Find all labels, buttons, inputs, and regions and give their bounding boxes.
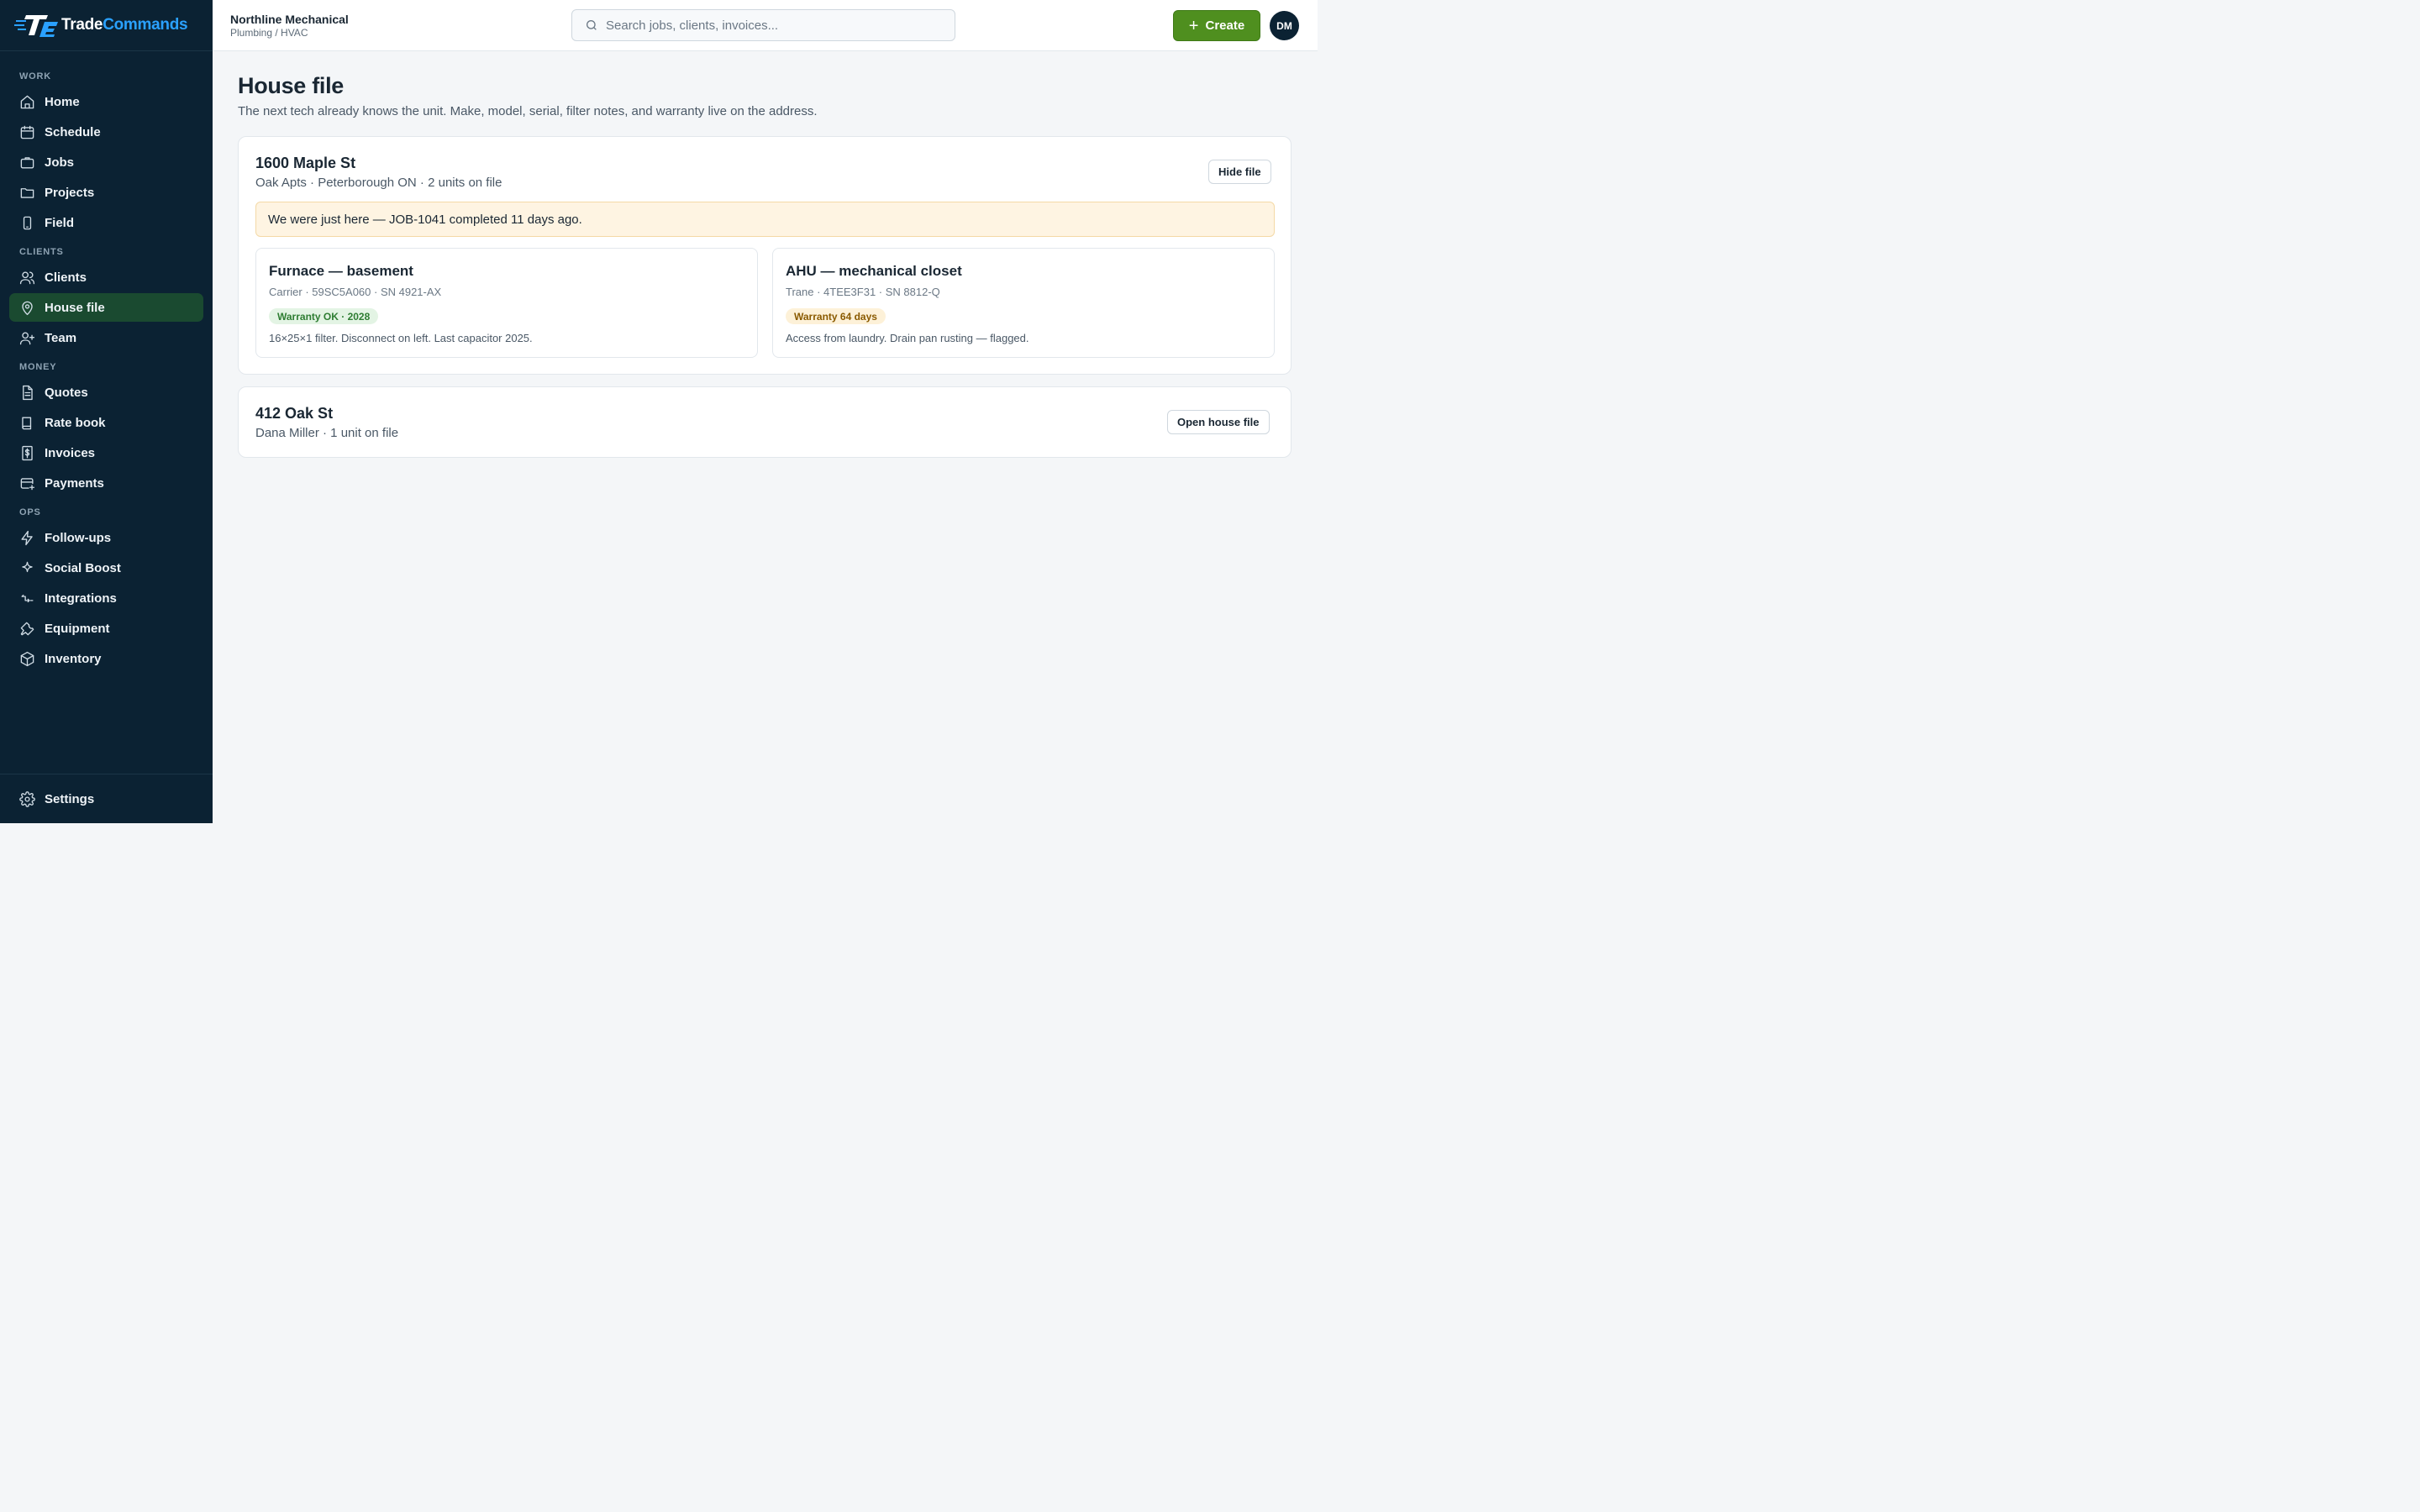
sidebar-item-schedule[interactable]: Schedule [9, 118, 203, 146]
logo-icon [14, 15, 58, 37]
plus-icon: + [1188, 16, 1199, 35]
sidebar-item-label: Clients [45, 270, 87, 285]
sidebar-item-label: Follow-ups [45, 530, 112, 545]
topbar: Northline Mechanical Plumbing / HVAC + C… [213, 0, 1318, 51]
search-input[interactable] [606, 18, 942, 33]
section-label-money: MONEY [19, 362, 57, 372]
sidebar-item-label: Home [45, 94, 80, 109]
sidebar-item-rate-book[interactable]: Rate book [9, 408, 203, 437]
sidebar-item-payments[interactable]: Payments [9, 469, 203, 497]
hide-file-button[interactable]: Hide file [1208, 160, 1271, 184]
sidebar-item-label: Payments [45, 475, 104, 491]
house-card: 1600 Maple St Oak Apts · Peterborough ON… [238, 136, 1292, 375]
sidebar-item-follow-ups[interactable]: Follow-ups [9, 523, 203, 552]
unit-spec: Trane · 4TEE3F31 · SN 8812-Q [786, 286, 940, 298]
sidebar-item-projects[interactable]: Projects [9, 178, 203, 207]
house-address: 1600 Maple St [255, 155, 356, 171]
sidebar-item-equipment[interactable]: Equipment [9, 614, 203, 643]
sidebar-item-house-file[interactable]: House file [9, 293, 203, 322]
sidebar-item-home[interactable]: Home [9, 87, 203, 116]
sidebar-item-social-boost[interactable]: Social Boost [9, 554, 203, 582]
sidebar-item-label: Equipment [45, 621, 110, 636]
sidebar-item-label: Jobs [45, 155, 75, 170]
book-icon [22, 416, 32, 429]
sidebar-item-settings[interactable]: Settings [9, 785, 203, 813]
unit-card[interactable]: AHU — mechanical closet Trane · 4TEE3F31… [772, 248, 1275, 358]
sidebar-item-clients[interactable]: Clients [9, 263, 203, 291]
unit-note: Access from laundry. Drain pan rusting —… [786, 332, 1029, 344]
sidebar-item-label: Social Boost [45, 560, 121, 575]
sidebar-item-integrations[interactable]: Integrations [9, 584, 203, 612]
map-pin-icon [22, 301, 33, 315]
search-icon [587, 20, 597, 30]
unit-note: 16×25×1 filter. Disconnect on left. Last… [269, 332, 533, 344]
house-address: 412 Oak St [255, 405, 334, 422]
section-label-work: WORK [19, 71, 52, 81]
create-button[interactable]: + Create [1173, 10, 1260, 41]
sidebar-item-label: Schedule [45, 124, 101, 139]
sidebar-item-label: Integrations [45, 591, 117, 606]
sidebar-item-label: Settings [45, 791, 95, 806]
home-icon [20, 95, 34, 108]
house-card: 412 Oak St Dana Miller · 1 unit on file … [238, 386, 1292, 458]
phone-icon [23, 216, 32, 229]
integration-icon [21, 594, 34, 602]
unit-title: Furnace — basement [269, 263, 413, 279]
page-title: House file [238, 73, 345, 98]
gear-icon [19, 790, 35, 807]
sidebar-item-quotes[interactable]: Quotes [9, 378, 203, 407]
brand-logo[interactable]: TradeCommands [0, 0, 213, 51]
sidebar-item-label: Rate book [45, 415, 106, 430]
recent-visit-notice: We were just here — JOB-1041 completed 1… [255, 202, 1275, 237]
search-box[interactable] [571, 9, 955, 41]
section-label-ops: OPS [19, 507, 41, 517]
org-name[interactable]: Northline Mechanical [230, 13, 349, 26]
section-label-clients: CLIENTS [19, 247, 64, 257]
users-icon [19, 270, 35, 284]
unit-card[interactable]: Furnace — basement Carrier · 59SC5A060 ·… [255, 248, 758, 358]
user-plus-icon [19, 331, 35, 344]
unit-spec: Carrier · 59SC5A060 · SN 4921-AX [269, 286, 442, 298]
sidebar-item-inventory[interactable]: Inventory [9, 644, 203, 673]
sidebar-item-label: Quotes [45, 385, 88, 400]
sidebar-footer: Settings [0, 774, 213, 823]
card-add-icon [20, 477, 35, 490]
sidebar-item-field[interactable]: Field [9, 208, 203, 237]
sidebar-item-label: Inventory [45, 651, 102, 666]
sidebar: TradeCommands WORK Home Schedule Jobs Pr… [0, 0, 213, 823]
sidebar-item-invoices[interactable]: Invoices [9, 438, 203, 467]
sidebar-item-label: Invoices [45, 445, 96, 460]
sidebar-item-team[interactable]: Team [9, 323, 203, 352]
warranty-badge: Warranty 64 days [786, 308, 886, 324]
house-meta: Dana Miller · 1 unit on file [255, 426, 399, 440]
sparkle-icon [22, 561, 33, 572]
file-text-icon [23, 385, 33, 400]
create-button-label: Create [1205, 18, 1245, 33]
brand-name: TradeCommands [61, 16, 188, 34]
dollar-receipt-icon [22, 445, 33, 460]
unit-title: AHU — mechanical closet [786, 263, 962, 279]
sidebar-item-jobs[interactable]: Jobs [9, 148, 203, 176]
briefcase-icon [20, 156, 34, 169]
folder-icon [20, 187, 34, 198]
sidebar-item-label: Projects [45, 185, 95, 200]
sidebar-item-label: Field [45, 215, 75, 230]
open-house-file-button[interactable]: Open house file [1167, 410, 1270, 434]
box-icon [20, 651, 34, 666]
page-subtitle: The next tech already knows the unit. Ma… [238, 104, 818, 118]
house-meta: Oak Apts · Peterborough ON · 2 units on … [255, 176, 502, 190]
org-subtitle: Plumbing / HVAC [230, 27, 308, 39]
wrench-icon [20, 622, 34, 635]
sidebar-item-label: Team [45, 330, 77, 345]
calendar-icon [20, 125, 34, 139]
warranty-badge: Warranty OK · 2028 [269, 308, 379, 324]
sidebar-item-label: House file [45, 300, 105, 315]
avatar[interactable]: DM [1270, 11, 1299, 40]
lightning-icon [21, 530, 33, 545]
